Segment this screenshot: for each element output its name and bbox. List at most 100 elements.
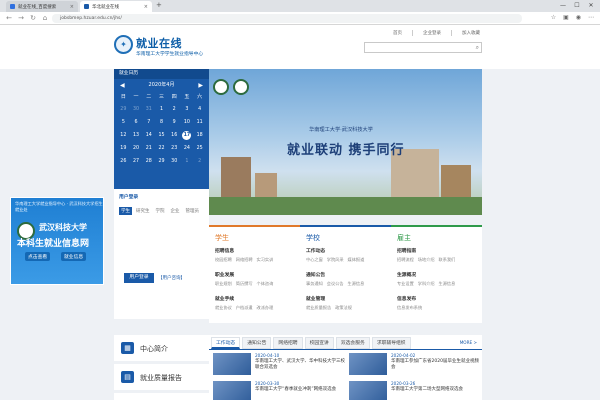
star-icon[interactable]: ☆ bbox=[551, 14, 556, 21]
login-role-tab[interactable]: 企业 bbox=[169, 207, 182, 215]
toplink-favorite[interactable]: 加入收藏 bbox=[451, 30, 480, 36]
close-window-icon[interactable]: ✕ bbox=[584, 0, 598, 12]
calendar-day[interactable]: 9 bbox=[168, 116, 181, 129]
news-item[interactable]: 2020-03-30 华南理工大学“春季就业冲刺”网络双选会 bbox=[213, 381, 343, 400]
news-item[interactable]: 2020-04-02 华南理工参加广东省2020届毕业生就业视频会 bbox=[349, 353, 479, 375]
side-menu-item[interactable]: ☑在线调查 bbox=[114, 393, 209, 400]
calendar-day[interactable]: 12 bbox=[117, 129, 130, 142]
toplink-home[interactable]: 首页 bbox=[393, 30, 402, 36]
group-heading[interactable]: 就业管理 bbox=[306, 295, 390, 302]
group-link[interactable]: 生源信息 bbox=[439, 281, 456, 287]
side-menu-item[interactable]: ▤ 就业质量报告 bbox=[114, 364, 209, 390]
search-input[interactable]: ⌕ bbox=[364, 42, 482, 53]
user-consult-link[interactable]: 【用户咨询】 bbox=[158, 275, 185, 281]
group-heading[interactable]: 招聘指南 bbox=[397, 247, 481, 254]
group-link[interactable]: 校园招聘 bbox=[215, 257, 232, 263]
calendar-day[interactable]: 19 bbox=[117, 142, 130, 155]
calendar-day[interactable]: 2 bbox=[193, 155, 206, 168]
calendar-next-icon[interactable]: ▶ bbox=[198, 81, 203, 90]
group-link[interactable]: 联系我们 bbox=[439, 257, 456, 263]
calendar-day[interactable]: 14 bbox=[142, 129, 155, 142]
group-heading[interactable]: 就业手续 bbox=[215, 295, 299, 302]
calendar-day[interactable]: 13 bbox=[130, 129, 143, 142]
group-link[interactable]: 个体咨询 bbox=[257, 281, 274, 287]
calendar-day[interactable]: 29 bbox=[155, 155, 168, 168]
group-heading[interactable]: 信息发布 bbox=[397, 295, 481, 302]
new-tab-button[interactable]: + bbox=[156, 1, 162, 9]
calendar-day[interactable]: 6 bbox=[130, 116, 143, 129]
calendar-day[interactable]: 3 bbox=[181, 103, 194, 116]
home-icon[interactable]: ⌂ bbox=[40, 13, 50, 24]
news-item[interactable]: 2020-04-10 华南理工大学、武汉大学、华中科技大学三校联合双选会 bbox=[213, 353, 345, 375]
minimize-icon[interactable]: — bbox=[556, 0, 570, 12]
group-heading[interactable]: 通知公告 bbox=[306, 271, 390, 278]
maximize-icon[interactable]: ☐ bbox=[570, 0, 584, 12]
login-role-tab[interactable]: 学生 bbox=[119, 207, 132, 215]
news-tab[interactable]: 通知公告 bbox=[242, 337, 272, 349]
calendar-day[interactable]: 15 bbox=[155, 129, 168, 142]
news-item[interactable]: 2020-03-26 华南理工大学第二场大型网络双选会 bbox=[349, 381, 479, 400]
calendar-day[interactable]: 30 bbox=[130, 103, 143, 116]
group-link[interactable]: 职业规划 bbox=[215, 281, 232, 287]
group-link[interactable]: 专业设置 bbox=[397, 281, 414, 287]
calendar-day[interactable]: 18 bbox=[193, 129, 206, 142]
calendar-day[interactable]: 21 bbox=[142, 142, 155, 155]
group-link[interactable]: 政策法规 bbox=[335, 305, 352, 311]
calendar-day[interactable]: 25 bbox=[193, 142, 206, 155]
reload-icon[interactable]: ↻ bbox=[28, 13, 38, 24]
calendar-day[interactable]: 29 bbox=[117, 103, 130, 116]
calendar-day[interactable]: 23 bbox=[168, 142, 181, 155]
calendar-day[interactable]: 2 bbox=[168, 103, 181, 116]
news-tab[interactable]: 双选会服务 bbox=[335, 337, 370, 349]
calendar-day[interactable]: 26 bbox=[117, 155, 130, 168]
login-role-tab[interactable]: 管理员 bbox=[184, 207, 202, 215]
group-link[interactable]: 场地介绍 bbox=[418, 257, 435, 263]
news-tab[interactable]: 工作动态 bbox=[211, 337, 241, 349]
calendar-day[interactable]: 10 bbox=[181, 116, 194, 129]
group-link[interactable]: 就业协议 bbox=[215, 305, 232, 311]
calendar-today[interactable]: 17 bbox=[182, 131, 192, 140]
group-heading[interactable]: 生源概况 bbox=[397, 271, 481, 278]
calendar-day[interactable]: 20 bbox=[130, 142, 143, 155]
back-icon[interactable]: ← bbox=[4, 13, 14, 24]
group-link[interactable]: 就业质量报告 bbox=[306, 305, 331, 311]
side-menu-item[interactable]: ▦ 中心简介 bbox=[114, 335, 209, 361]
toplink-enterprise[interactable]: 企业登录 bbox=[412, 30, 441, 36]
calendar-day[interactable]: 11 bbox=[193, 116, 206, 129]
group-link[interactable]: 实习实训 bbox=[257, 257, 274, 263]
group-link[interactable]: 学科介绍 bbox=[418, 281, 435, 287]
group-link[interactable]: 简历撰写 bbox=[236, 281, 253, 287]
news-tab[interactable]: 校园宣讲 bbox=[304, 337, 334, 349]
calendar-day[interactable]: 16 bbox=[168, 129, 181, 142]
group-link[interactable]: 生源信息 bbox=[348, 281, 365, 287]
login-button[interactable]: 用户登录 bbox=[124, 273, 154, 283]
float-ad[interactable]: 华南理工大学就业指导中心 · 武汉科技大学招生就业处 武汉科技大学 本科生就业信… bbox=[10, 197, 104, 285]
login-role-tab[interactable]: 学院 bbox=[154, 207, 167, 215]
calendar-day[interactable]: 1 bbox=[181, 155, 194, 168]
browser-tab-2[interactable]: 华北就业在线 × bbox=[80, 1, 152, 12]
group-link[interactable]: 中心之窗 bbox=[306, 257, 323, 263]
group-heading[interactable]: 职业发展 bbox=[215, 271, 299, 278]
ad-chip[interactable]: 就业信息 bbox=[61, 252, 87, 261]
calendar-day[interactable]: 30 bbox=[168, 155, 181, 168]
tab-close-icon[interactable]: × bbox=[70, 4, 74, 10]
calendar-day[interactable]: 28 bbox=[142, 155, 155, 168]
profile-icon[interactable]: ◉ bbox=[576, 14, 581, 21]
group-link[interactable]: 事务通知 bbox=[306, 281, 323, 287]
tab-close-icon[interactable]: × bbox=[144, 4, 148, 10]
news-tab[interactable]: 网络招聘 bbox=[273, 337, 303, 349]
calendar-day[interactable]: 24 bbox=[181, 142, 194, 155]
news-tab[interactable]: 求职辅导组织 bbox=[371, 337, 411, 349]
group-link[interactable]: 网络招聘 bbox=[236, 257, 253, 263]
collections-icon[interactable]: ▣ bbox=[563, 14, 569, 21]
group-link[interactable]: 改派办理 bbox=[257, 305, 274, 311]
ad-chip[interactable]: 点击查看 bbox=[25, 252, 51, 261]
group-link[interactable]: 媒体报道 bbox=[348, 257, 365, 263]
group-link[interactable]: 信息发布系统 bbox=[397, 305, 422, 311]
group-link[interactable]: 招聘流程 bbox=[397, 257, 414, 263]
calendar-day[interactable]: 5 bbox=[117, 116, 130, 129]
group-link[interactable]: 会议公告 bbox=[327, 281, 344, 287]
group-heading[interactable]: 工作动态 bbox=[306, 247, 390, 254]
login-role-tab[interactable]: 研究生 bbox=[134, 207, 152, 215]
group-link[interactable]: 学院风采 bbox=[327, 257, 344, 263]
